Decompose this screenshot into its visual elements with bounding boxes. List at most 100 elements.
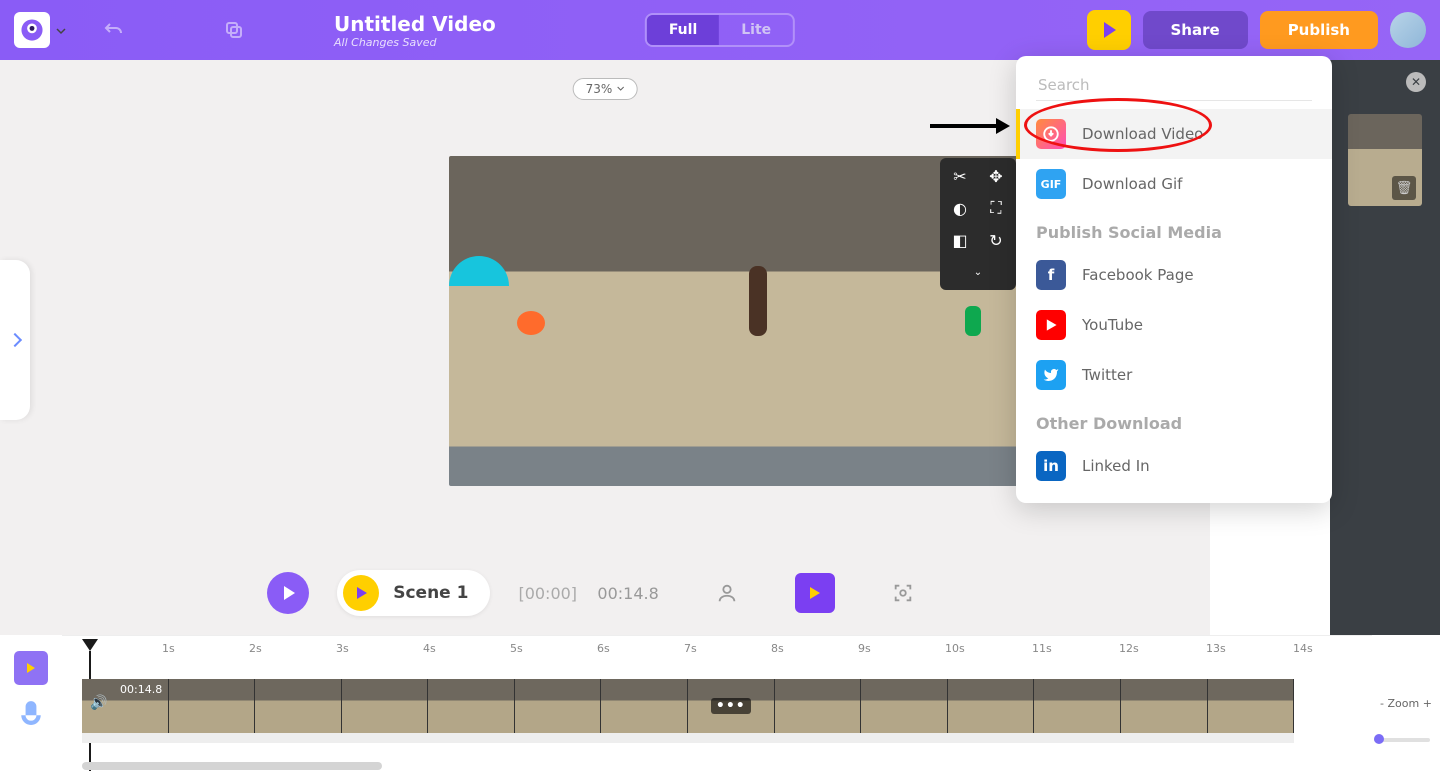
scene-thumbnail-icon[interactable] bbox=[795, 573, 835, 613]
dropdown-search-input[interactable] bbox=[1036, 70, 1312, 101]
facebook-item[interactable]: f Facebook Page bbox=[1016, 250, 1332, 300]
mode-full-tab[interactable]: Full bbox=[647, 15, 719, 45]
right-panel: ✕ 🗑 bbox=[1330, 60, 1440, 635]
ruler-tick: 14s bbox=[1293, 642, 1313, 655]
timeline-clip[interactable] bbox=[515, 679, 602, 733]
contrast-icon[interactable]: ◐ bbox=[948, 196, 972, 220]
download-gif-item[interactable]: GIF Download Gif bbox=[1016, 159, 1332, 209]
audio-track[interactable] bbox=[82, 733, 1294, 743]
preview-play-button[interactable] bbox=[1087, 10, 1131, 50]
user-avatar[interactable] bbox=[1390, 12, 1426, 48]
linkedin-item[interactable]: in Linked In bbox=[1016, 441, 1332, 491]
ruler-tick: 4s bbox=[423, 642, 436, 655]
linkedin-icon: in bbox=[1036, 451, 1066, 481]
logo-dropdown-icon[interactable] bbox=[56, 21, 66, 40]
timeline-clip[interactable] bbox=[342, 679, 429, 733]
play-button[interactable] bbox=[267, 572, 309, 614]
video-title[interactable]: Untitled Video bbox=[334, 12, 496, 36]
facebook-icon: f bbox=[1036, 260, 1066, 290]
title-block: Untitled Video All Changes Saved bbox=[334, 12, 496, 49]
undo-button[interactable] bbox=[94, 10, 134, 50]
clip-duration: 00:14.8 bbox=[120, 683, 162, 696]
timeline-clip[interactable] bbox=[1034, 679, 1121, 733]
cut-icon[interactable]: ✂ bbox=[948, 164, 972, 188]
clip-menu-icon[interactable]: ••• bbox=[711, 698, 751, 714]
ruler-tick: 7s bbox=[684, 642, 697, 655]
character-icon[interactable] bbox=[709, 575, 745, 611]
expand-toolbar-icon[interactable]: ⌄ bbox=[966, 260, 990, 284]
timeline-clip[interactable] bbox=[601, 679, 688, 733]
copy-button[interactable] bbox=[214, 10, 254, 50]
ruler-tick: 12s bbox=[1119, 642, 1139, 655]
timeline-clip[interactable] bbox=[1208, 679, 1294, 733]
download-video-label: Download Video bbox=[1082, 125, 1203, 143]
zoom-slider[interactable] bbox=[1374, 738, 1430, 742]
align-icon[interactable]: ◧ bbox=[948, 228, 972, 252]
ruler-tick: 13s bbox=[1206, 642, 1226, 655]
scene-label: Scene 1 bbox=[393, 583, 468, 603]
download-video-icon bbox=[1036, 119, 1066, 149]
download-video-item[interactable]: Download Video bbox=[1016, 109, 1332, 159]
zoom-label[interactable]: - Zoom + bbox=[1380, 697, 1432, 710]
delete-scene-icon[interactable]: 🗑 bbox=[1392, 176, 1416, 200]
scene-play-icon bbox=[343, 575, 379, 611]
download-gif-label: Download Gif bbox=[1082, 175, 1182, 193]
social-section-header: Publish Social Media bbox=[1016, 209, 1332, 250]
timeline-clip[interactable]: ••• bbox=[688, 679, 775, 733]
scene-selector[interactable]: Scene 1 bbox=[337, 570, 490, 616]
scene-thumbnail[interactable]: 🗑 bbox=[1348, 114, 1422, 206]
left-drawer-toggle[interactable] bbox=[0, 260, 30, 420]
ruler-tick: 6s bbox=[597, 642, 610, 655]
youtube-item[interactable]: YouTube bbox=[1016, 300, 1332, 350]
timeline-clip[interactable] bbox=[775, 679, 862, 733]
top-bar: Untitled Video All Changes Saved Full Li… bbox=[0, 0, 1440, 60]
video-track[interactable]: 🔊 00:14.8 ••• bbox=[82, 679, 1294, 733]
twitter-label: Twitter bbox=[1082, 366, 1132, 384]
timeline-panel: 1s2s3s4s5s6s7s8s9s10s11s12s13s14s 🔊 00:1… bbox=[0, 635, 1440, 772]
speaker-icon[interactable]: 🔊 bbox=[90, 695, 107, 711]
youtube-icon bbox=[1036, 310, 1066, 340]
microphone-icon[interactable] bbox=[18, 699, 44, 731]
publish-button[interactable]: Publish bbox=[1260, 11, 1378, 49]
zoom-percent-dropdown[interactable]: 73% bbox=[573, 78, 638, 100]
timeline-main[interactable]: 1s2s3s4s5s6s7s8s9s10s11s12s13s14s 🔊 00:1… bbox=[62, 635, 1372, 772]
gif-icon: GIF bbox=[1036, 169, 1066, 199]
selection-toolbar: ✂ ✥ ◐ ⛶ ◧ ↻ ⌄ bbox=[940, 158, 1016, 290]
timeline-clip[interactable] bbox=[861, 679, 948, 733]
share-button[interactable]: Share bbox=[1143, 11, 1248, 49]
camera-focus-icon[interactable] bbox=[885, 575, 921, 611]
playhead[interactable] bbox=[82, 639, 98, 651]
other-section-header: Other Download bbox=[1016, 400, 1332, 441]
timeline-clip[interactable] bbox=[1121, 679, 1208, 733]
timeline-video-icon[interactable] bbox=[14, 651, 48, 685]
move-icon[interactable]: ✥ bbox=[984, 164, 1008, 188]
time-current: [00:00] bbox=[518, 584, 577, 603]
ruler-tick: 3s bbox=[336, 642, 349, 655]
ruler-tick: 9s bbox=[858, 642, 871, 655]
mode-lite-tab[interactable]: Lite bbox=[719, 15, 793, 45]
ruler-tick: 11s bbox=[1032, 642, 1052, 655]
app-logo[interactable] bbox=[14, 12, 50, 48]
youtube-label: YouTube bbox=[1082, 316, 1143, 334]
timecode: [00:00] 00:14.8 bbox=[518, 584, 658, 603]
timeline-left-tools bbox=[0, 635, 62, 772]
timeline-clip[interactable] bbox=[948, 679, 1035, 733]
timeline-clip[interactable] bbox=[428, 679, 515, 733]
crop-icon[interactable]: ⛶ bbox=[984, 196, 1008, 220]
linkedin-label: Linked In bbox=[1082, 457, 1150, 475]
timeline-zoom: - Zoom + bbox=[1372, 635, 1440, 772]
rotate-icon[interactable]: ↻ bbox=[984, 228, 1008, 252]
twitter-icon bbox=[1036, 360, 1066, 390]
ruler-tick: 1s bbox=[162, 642, 175, 655]
twitter-item[interactable]: Twitter bbox=[1016, 350, 1332, 400]
facebook-label: Facebook Page bbox=[1082, 266, 1194, 284]
ruler-tick: 5s bbox=[510, 642, 523, 655]
timeline-ruler[interactable]: 1s2s3s4s5s6s7s8s9s10s11s12s13s14s bbox=[62, 635, 1372, 661]
timeline-clip[interactable] bbox=[169, 679, 256, 733]
close-panel-icon[interactable]: ✕ bbox=[1406, 72, 1426, 92]
mode-toggle: Full Lite bbox=[645, 13, 795, 47]
timeline-clip[interactable] bbox=[255, 679, 342, 733]
zoom-value: 73% bbox=[586, 82, 613, 96]
timeline-scrollbar[interactable] bbox=[82, 762, 382, 770]
playback-controls: Scene 1 [00:00] 00:14.8 bbox=[0, 554, 1210, 632]
